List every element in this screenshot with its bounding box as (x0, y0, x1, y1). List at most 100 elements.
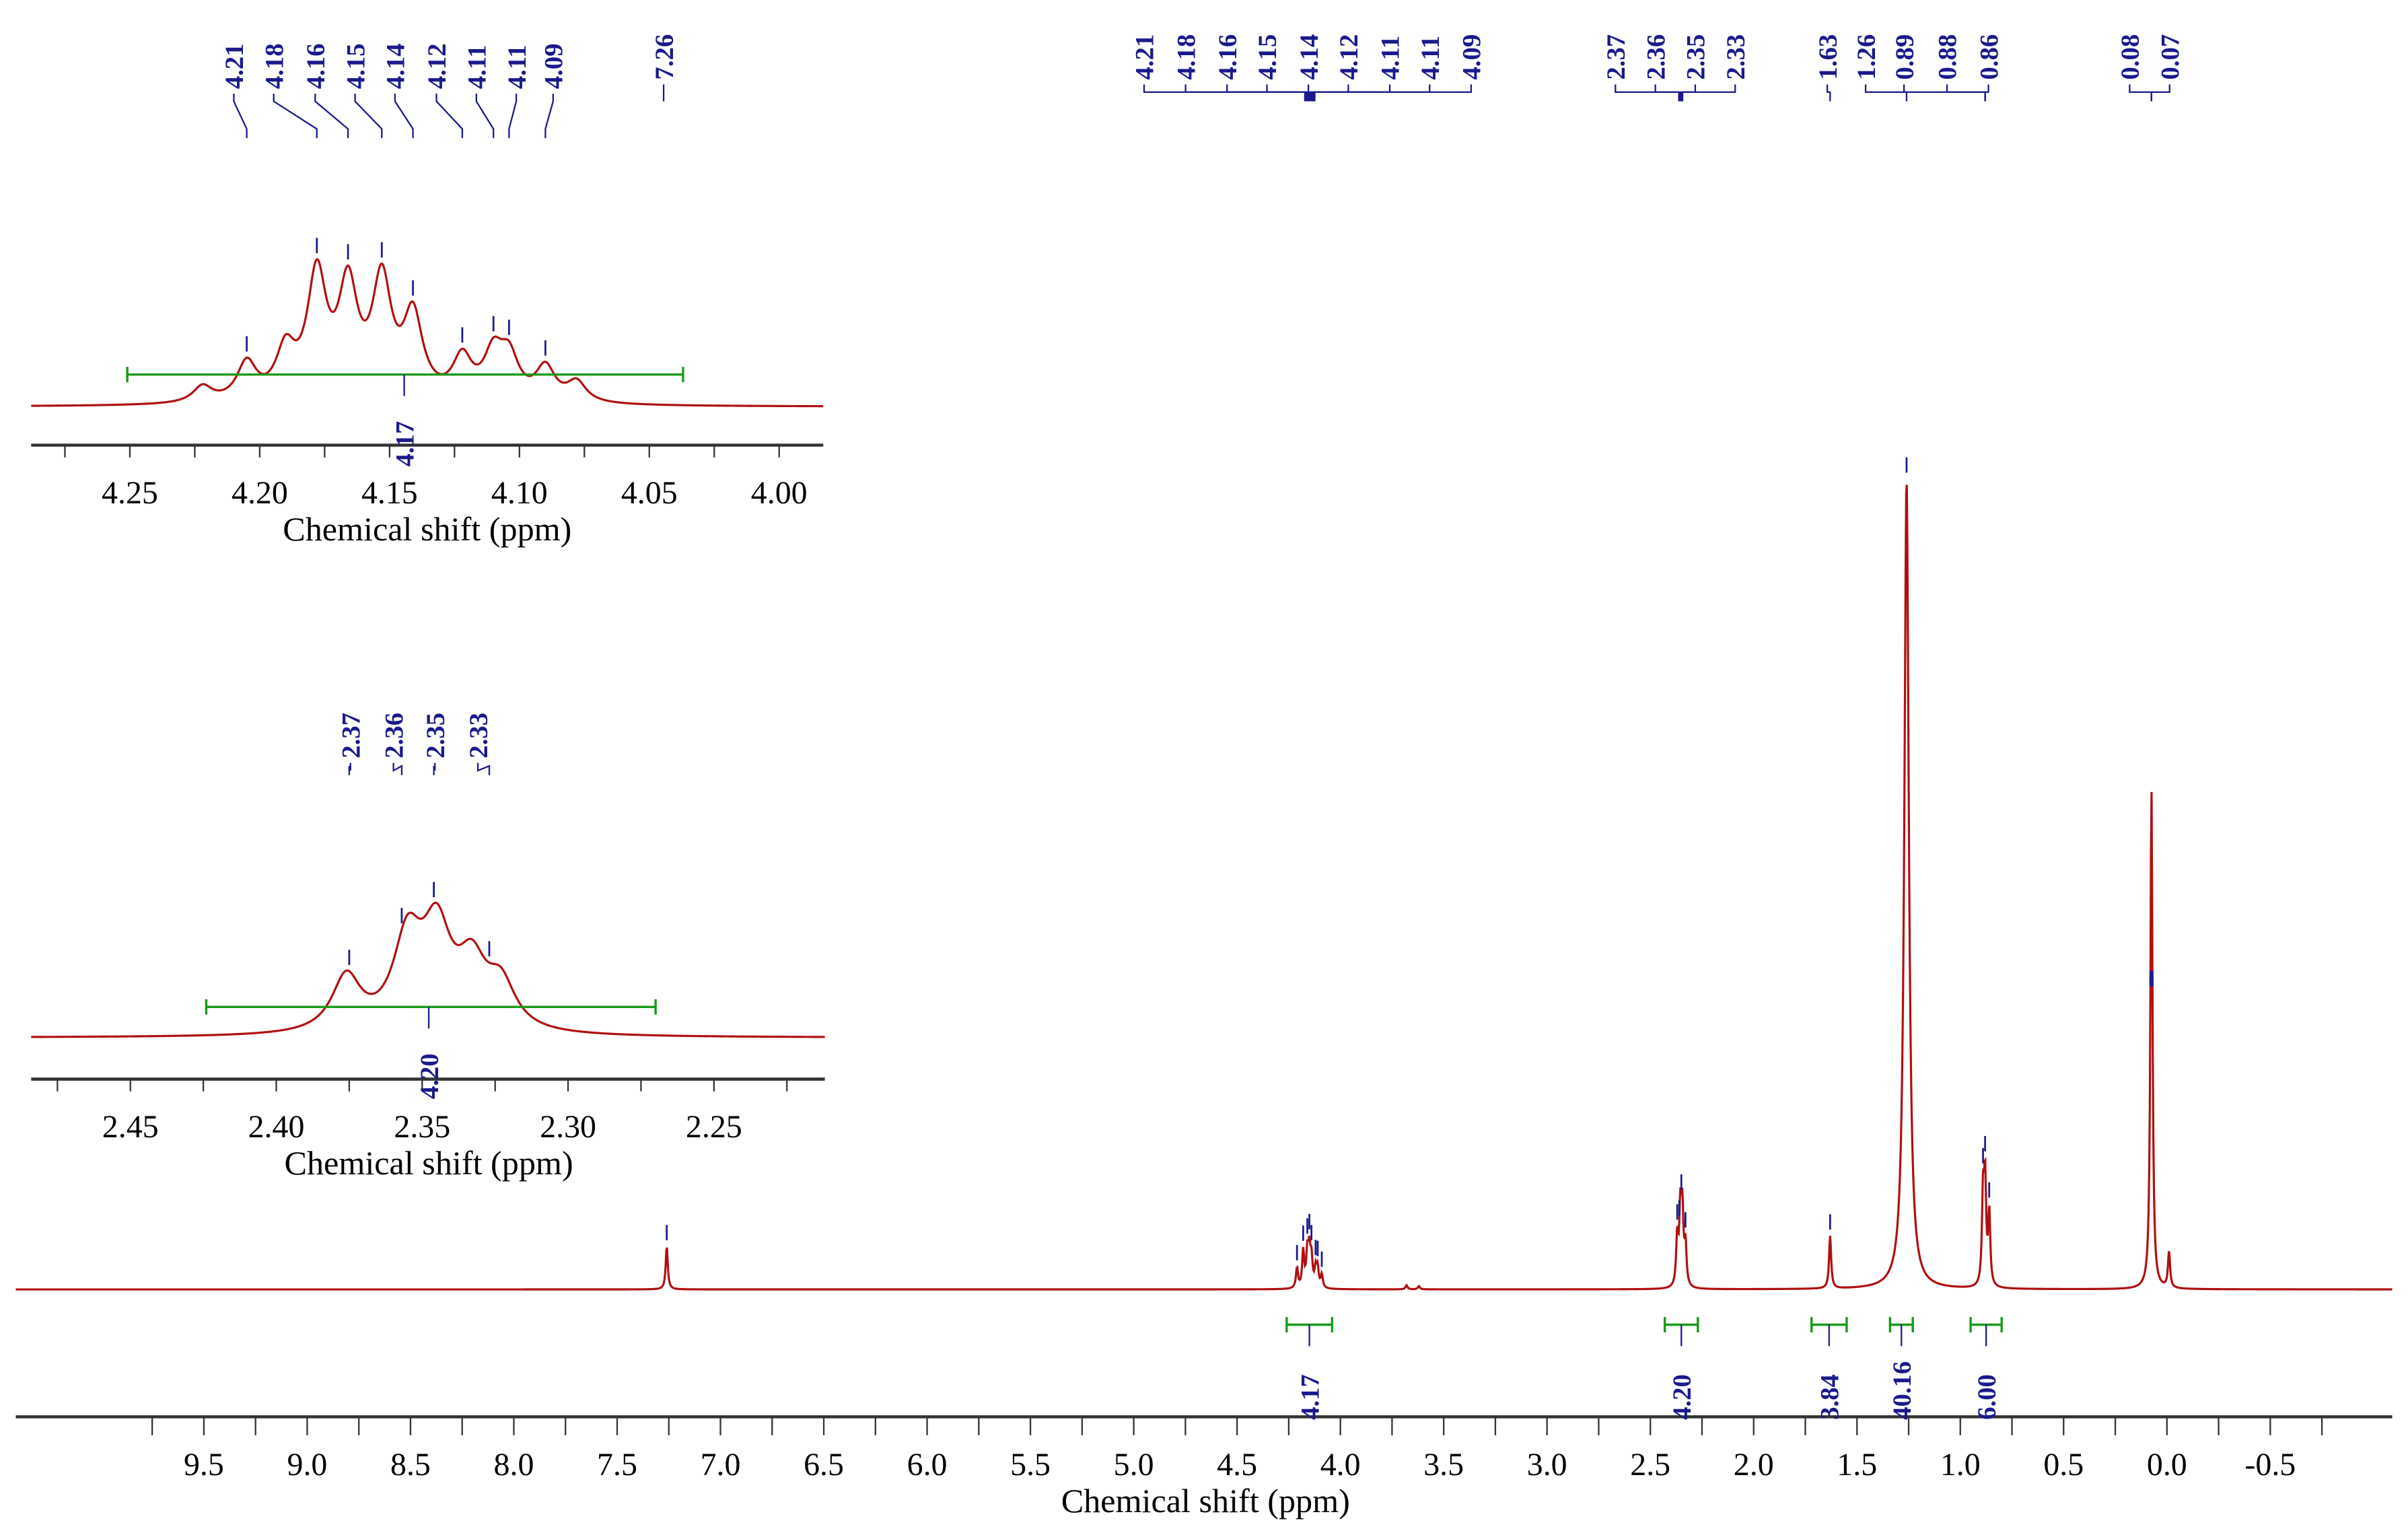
peak-label: 0.88 (1934, 34, 1962, 80)
peak-label-connector (394, 94, 414, 139)
x-tick-label: 6.0 (907, 1447, 948, 1483)
peak-label-connector (476, 762, 491, 775)
peak-label-connector (544, 94, 554, 139)
x-tick-label: 4.5 (1217, 1447, 1257, 1483)
peak-label: 0.07 (2156, 34, 2185, 80)
peak-label: 4.16 (302, 43, 330, 89)
x-tick-label: 4.0 (1320, 1447, 1361, 1483)
x-tick-label: 8.5 (390, 1447, 431, 1483)
integral-value: 4.17 (390, 421, 419, 467)
x-tick-label: 9.0 (287, 1447, 327, 1483)
peak-label-connector (1654, 84, 1681, 102)
x-axis-title: Chemical shift (ppm) (283, 510, 571, 548)
x-tick-label: 4.10 (491, 475, 548, 511)
x-tick-label: 1.0 (1940, 1447, 1981, 1483)
x-tick-label: 7.0 (701, 1447, 741, 1483)
peak-label-connector (433, 762, 436, 775)
peak-label-connector (348, 762, 351, 775)
x-tick-label: 7.5 (597, 1447, 637, 1483)
peak-label-connector (1946, 84, 1986, 102)
peak-label: 1.26 (1852, 34, 1881, 80)
spectrum-line (31, 258, 824, 408)
peak-label: 4.16 (1213, 34, 1242, 80)
peak-label: 2.36 (380, 713, 409, 758)
x-tick-label: 3.5 (1423, 1447, 1464, 1483)
main-panel: 9.5 9.0 8.5 8.0 7.5 7.0 6.5 6.0 5.5 5.0 4.5 4.0 3.5 3… (15, 34, 2393, 1520)
integral-value: 4.20 (415, 1053, 444, 1099)
integral-value: 6.00 (1973, 1374, 2002, 1420)
x-tick-label: 4.25 (102, 475, 158, 511)
peak-label: 0.86 (1975, 34, 2004, 80)
x-tick-label: 2.5 (1630, 1447, 1670, 1483)
x-tick-label: 1.5 (1837, 1447, 1877, 1483)
integral-value: 4.20 (1668, 1374, 1697, 1420)
peak-label: 2.36 (1641, 34, 1670, 80)
x-tick-label: 4.15 (361, 475, 418, 511)
peak-label: 4.12 (1335, 34, 1364, 80)
x-axis-title: Chemical shift (ppm) (1061, 1482, 1350, 1520)
peak-label: 4.11 (462, 45, 491, 90)
x-tick-label: 0.0 (2147, 1447, 2187, 1483)
peak-label-connector (435, 94, 464, 139)
peak-label-connector (1314, 84, 1473, 102)
peak-label-connector (2129, 84, 2152, 102)
peak-label: 4.21 (1131, 34, 1160, 80)
x-tick-label: 2.30 (540, 1109, 596, 1145)
x-tick-label: 4.20 (232, 475, 288, 511)
peak-label: 7.26 (650, 34, 679, 80)
peak-label: 4.11 (1416, 36, 1445, 80)
peak-label: 4.18 (1172, 34, 1201, 80)
peak-label-connector (508, 94, 518, 139)
x-tick-label: 9.5 (184, 1447, 224, 1483)
peak-label: 4.15 (1253, 34, 1282, 80)
peak-label-connector (2150, 84, 2170, 102)
peak-label-connector (273, 94, 318, 139)
peak-label-connector (475, 94, 495, 139)
peak-label: 2.37 (1602, 34, 1631, 80)
peak-label-connector (1984, 84, 1989, 102)
peak-label: 4.18 (260, 43, 289, 89)
integral-value: 4.17 (1296, 1374, 1324, 1420)
nmr-spectrum-chart: 9.5 9.0 8.5 8.0 7.5 7.0 6.5 6.0 5.5 5.0 4.5 4.0 3.5 3… (15, 34, 2393, 1520)
peak-label: 4.11 (503, 45, 532, 90)
peak-label-connector (1681, 84, 1736, 102)
peak-label-connector (354, 94, 383, 139)
peak-label-connector (1826, 84, 1831, 102)
peak-label-connector (314, 94, 349, 139)
x-tick-label: 2.35 (394, 1109, 450, 1145)
x-tick-label: 6.5 (804, 1447, 844, 1483)
peak-label-connector (233, 94, 248, 139)
inset-2.35-panel: 2.45 2.40 2.35 2.30 2.25 Chemical shift (ppm)… (31, 713, 825, 1182)
peak-label: 4.12 (423, 43, 452, 89)
peak-label: 2.35 (1682, 34, 1711, 80)
peak-label: 4.14 (1295, 34, 1324, 80)
peak-label-connector (1864, 84, 1908, 102)
peak-label: 0.89 (1890, 34, 1919, 80)
integral-value: 3.84 (1815, 1374, 1844, 1420)
x-tick-label: 5.0 (1114, 1447, 1154, 1483)
integral-value: 40.16 (1888, 1361, 1917, 1420)
peak-label: 4.14 (382, 43, 411, 89)
x-tick-label: 2.25 (686, 1109, 742, 1145)
x-tick-label: 8.0 (494, 1447, 534, 1483)
peak-label: 1.63 (1814, 34, 1843, 80)
x-axis-title: Chemical shift (ppm) (285, 1144, 573, 1182)
x-tick-label: 2.40 (248, 1109, 305, 1145)
peak-label: 4.15 (341, 43, 370, 89)
peak-label: 4.09 (540, 43, 569, 89)
x-tick-label: 2.45 (102, 1109, 159, 1145)
x-tick-label: 0.5 (2043, 1447, 2084, 1483)
peak-label: 2.35 (421, 713, 450, 758)
x-tick-label: 2.0 (1734, 1447, 1774, 1483)
peak-label-connector (392, 762, 403, 775)
peak-label: 2.33 (464, 713, 493, 758)
x-tick-label: -0.5 (2244, 1447, 2296, 1483)
x-tick-label: 4.05 (621, 475, 678, 511)
peak-label: 4.11 (1376, 36, 1405, 80)
peak-label: 0.08 (2116, 34, 2145, 80)
peak-label: 4.09 (1458, 34, 1487, 80)
peak-label: 2.37 (337, 713, 365, 758)
x-tick-label: 3.0 (1527, 1447, 1567, 1483)
x-tick-label: 5.5 (1010, 1447, 1051, 1483)
peak-label: 2.33 (1722, 34, 1750, 80)
